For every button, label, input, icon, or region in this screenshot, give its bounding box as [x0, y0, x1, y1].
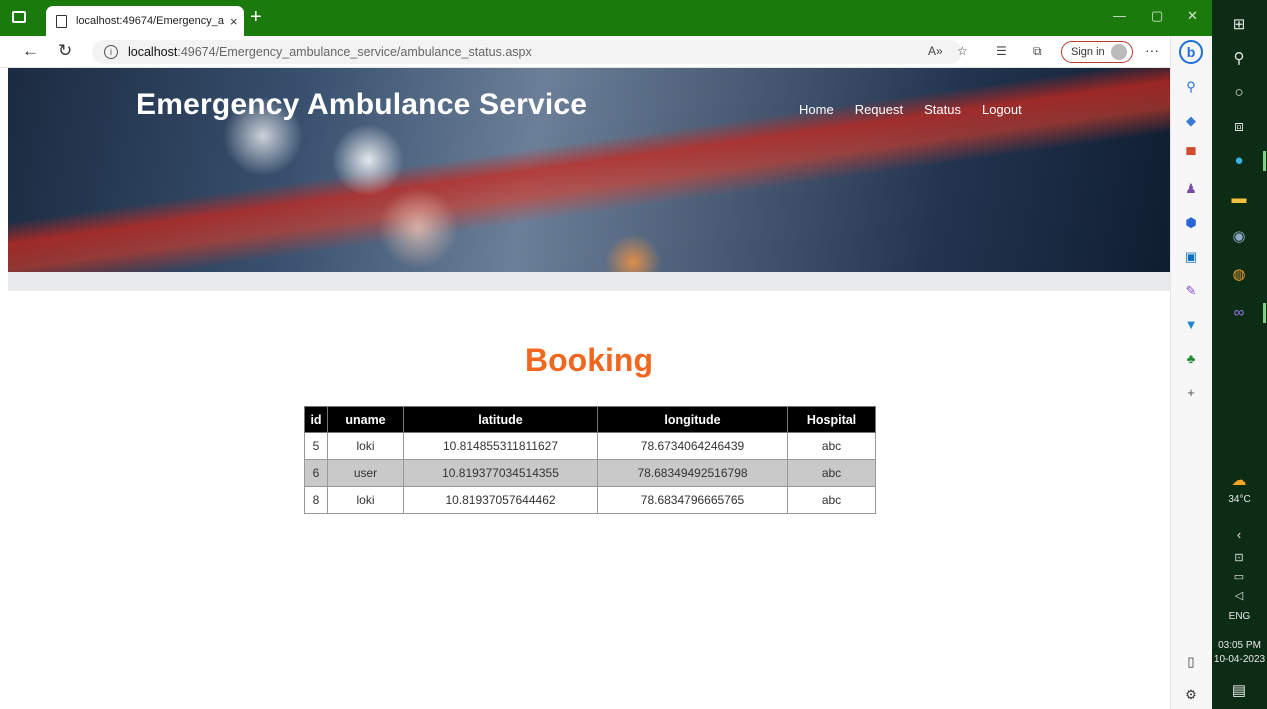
windows-taskbar: ⊞ ⚲ ○ ⧈ ● ▬ ◉ ◍ ∞ ☁ 34°C ‹ ⊡ ▭ ◁ ENG 03:… — [1212, 0, 1267, 709]
page-title: Booking — [525, 342, 653, 378]
banner-divider — [8, 272, 1170, 291]
table-header-row: id uname latitude longitude Hospital — [304, 406, 876, 433]
cell-longitude: 78.6834796665765 — [597, 486, 788, 514]
tree-icon[interactable]: ♣ — [1182, 350, 1200, 368]
infinity-app-icon[interactable]: ∞ — [1226, 300, 1252, 326]
close-window-button[interactable]: ✕ — [1187, 8, 1198, 24]
designer-icon[interactable]: ✎ — [1182, 282, 1200, 300]
edge-sidebar: b ⚲ ◆ ▀ ♟ ⬢ ▣ ✎ ▼ ♣ + ▯ ⚙ — [1170, 36, 1212, 709]
url-host: localhost — [128, 45, 178, 59]
active-indicator — [1263, 151, 1266, 171]
nav-request[interactable]: Request — [855, 102, 903, 117]
bing-icon[interactable]: b — [1179, 40, 1203, 64]
search-icon[interactable]: ⚲ — [1226, 46, 1252, 72]
site-brand[interactable]: Emergency Ambulance Service — [136, 88, 587, 122]
nav-home[interactable]: Home — [799, 102, 834, 117]
restore-button[interactable]: ▢ — [1151, 8, 1163, 24]
language-indicator[interactable]: ENG — [1212, 611, 1267, 622]
cell-uname: loki — [327, 432, 404, 460]
cell-latitude: 10.81937057644462 — [403, 486, 598, 514]
weather-temperature[interactable]: 34°C — [1212, 494, 1267, 505]
url-path: :49674/Emergency_ambulance_service/ambul… — [177, 45, 532, 59]
favorite-star-icon[interactable]: ☆ — [957, 44, 968, 58]
cell-longitude: 78.68349492516798 — [597, 459, 788, 487]
header-longitude: longitude — [597, 406, 788, 433]
sign-in-button[interactable]: Sign in — [1061, 41, 1133, 63]
cell-id: 8 — [304, 486, 328, 514]
browser-title-bar: localhost:49674/Emergency_amb × + — ▢ ✕ — [0, 0, 1212, 36]
avatar-icon — [1110, 44, 1127, 60]
cell-longitude: 78.6734064246439 — [597, 432, 788, 460]
hero-banner: Emergency Ambulance Service Home Request… — [8, 68, 1170, 272]
table-row: 8 loki 10.81937057644462 78.683479666576… — [304, 486, 876, 514]
browser-tab[interactable]: localhost:49674/Emergency_amb × — [46, 6, 244, 36]
cell-id: 5 — [304, 432, 328, 460]
table-row: 5 loki 10.814855311811627 78.67340642464… — [304, 432, 876, 460]
search-icon[interactable]: ⚲ — [1182, 78, 1200, 96]
sidebar-toggle-icon[interactable]: ▯ — [1182, 653, 1200, 671]
cell-uname: loki — [327, 486, 404, 514]
tag-icon[interactable]: ◆ — [1182, 112, 1200, 130]
header-hospital: Hospital — [787, 406, 876, 433]
nav-logout[interactable]: Logout — [982, 102, 1022, 117]
minimize-button[interactable]: — — [1113, 8, 1126, 23]
toolbox-icon[interactable]: ▀ — [1182, 146, 1200, 164]
new-tab-button[interactable]: + — [250, 6, 262, 29]
task-view-icon[interactable]: ⧈ — [1226, 114, 1252, 140]
notifications-icon[interactable]: ▤ — [1226, 678, 1252, 704]
read-aloud-icon[interactable]: A» — [928, 44, 943, 58]
office-icon[interactable]: ⬢ — [1182, 214, 1200, 232]
more-icon[interactable]: ··· — [1145, 42, 1159, 58]
clock-time[interactable]: 03:05 PM — [1212, 640, 1267, 651]
file-explorer-icon[interactable]: ▬ — [1226, 186, 1252, 212]
tab-actions-icon[interactable] — [12, 11, 26, 23]
header-id: id — [304, 406, 328, 433]
sign-in-label: Sign in — [1071, 46, 1105, 58]
address-toolbar: ← ↻ i localhost:49674/Emergency_ambulanc… — [0, 36, 1212, 68]
windows-start-icon[interactable]: ⊞ — [1226, 12, 1252, 38]
clock-date[interactable]: 10-04-2023 — [1212, 654, 1267, 665]
settings-gear-icon[interactable]: ⚙ — [1182, 686, 1200, 704]
cell-hospital: abc — [787, 459, 876, 487]
site-info-icon[interactable]: i — [104, 45, 118, 59]
cell-latitude: 10.814855311811627 — [403, 432, 598, 460]
cortana-icon[interactable]: ○ — [1226, 80, 1252, 106]
running-indicator — [1263, 303, 1266, 323]
back-icon[interactable]: ← — [22, 41, 39, 61]
address-input[interactable]: i localhost:49674/Emergency_ambulance_se… — [92, 40, 962, 64]
favorites-icon[interactable]: ☰ — [996, 44, 1007, 58]
collections-icon[interactable]: ⧉ — [1033, 44, 1042, 59]
refresh-icon[interactable]: ↻ — [58, 41, 72, 61]
page-icon — [56, 14, 67, 28]
cell-hospital: abc — [787, 486, 876, 514]
booking-table: id uname latitude longitude Hospital 5 l… — [304, 406, 876, 514]
chrome-icon[interactable]: ◍ — [1226, 262, 1252, 288]
header-uname: uname — [327, 406, 404, 433]
weather-icon[interactable]: ☁ — [1226, 468, 1252, 494]
cell-uname: user — [327, 459, 404, 487]
cell-id: 6 — [304, 459, 328, 487]
r-app-icon[interactable]: ◉ — [1226, 224, 1252, 250]
tab-title: localhost:49674/Emergency_amb — [76, 15, 224, 27]
edge-icon[interactable]: ● — [1226, 148, 1252, 174]
outlook-icon[interactable]: ▣ — [1182, 248, 1200, 266]
cell-latitude: 10.819377034514355 — [403, 459, 598, 487]
tab-close-icon[interactable]: × — [230, 14, 238, 29]
main-nav: Home Request Status Logout — [799, 102, 1022, 117]
cell-hospital: abc — [787, 432, 876, 460]
volume-icon[interactable]: ◁ — [1226, 583, 1252, 609]
table-row: 6 user 10.819377034514355 78.68349492516… — [304, 459, 876, 487]
web-page: Emergency Ambulance Service Home Request… — [8, 68, 1170, 709]
header-latitude: latitude — [403, 406, 598, 433]
nav-status[interactable]: Status — [924, 102, 961, 117]
add-icon[interactable]: + — [1182, 384, 1200, 402]
drop-icon[interactable]: ▼ — [1182, 316, 1200, 334]
games-icon[interactable]: ♟ — [1182, 180, 1200, 198]
